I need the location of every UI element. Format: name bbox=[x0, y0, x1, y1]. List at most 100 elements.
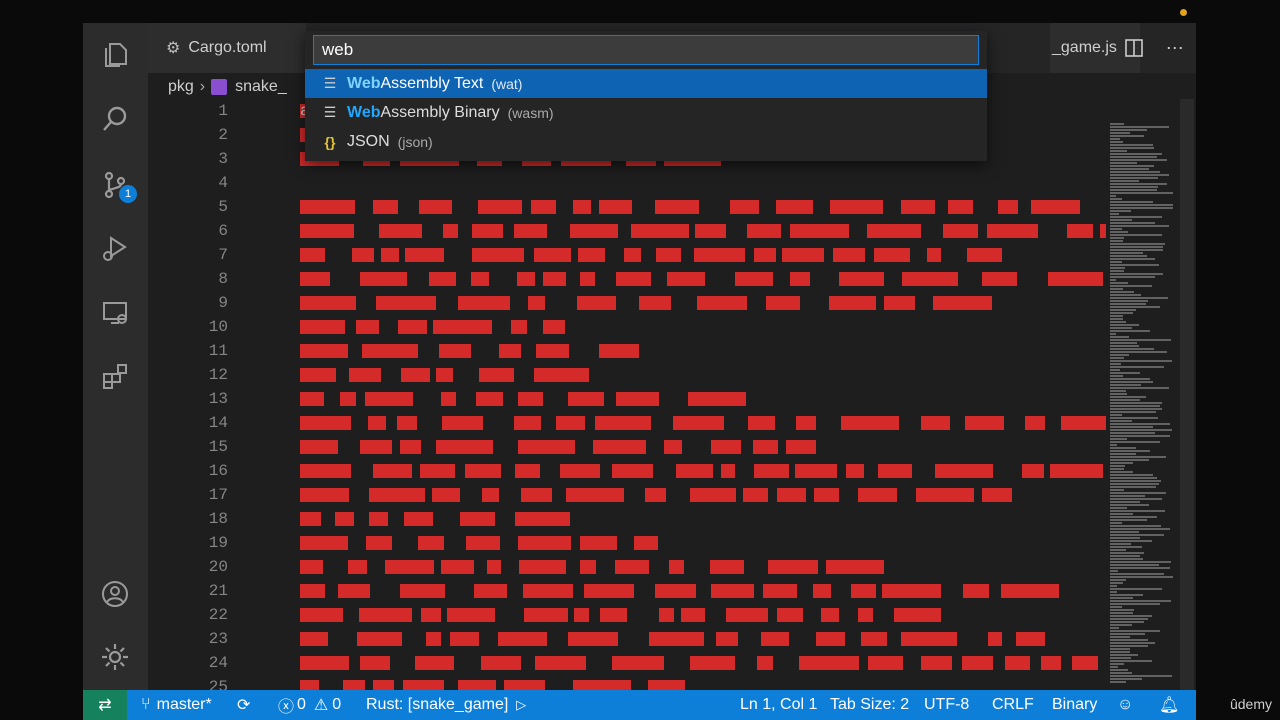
control-char-highlight bbox=[574, 608, 590, 622]
breadcrumb-file[interactable]: snake_ bbox=[235, 78, 287, 96]
problems-status[interactable]: ⓧ 0 ⚠ 0 bbox=[278, 690, 341, 720]
language-option-webassembly-binary[interactable]: ☰ WebAssembly Binary (wasm) bbox=[305, 98, 987, 127]
vscode-window: 1 ⚙ Cargo.toml _game.js ⋯ pkg › snake_ 1… bbox=[83, 23, 1196, 720]
minimap-line bbox=[1110, 504, 1149, 506]
control-char-highlight bbox=[352, 248, 374, 262]
minimap-line bbox=[1110, 207, 1174, 209]
control-char-highlight bbox=[580, 536, 617, 550]
explorer-icon[interactable] bbox=[95, 35, 135, 75]
minimap-line bbox=[1110, 477, 1158, 479]
rust-status[interactable]: Rust: [snake_game] ▷ bbox=[366, 690, 526, 720]
control-char-highlight bbox=[1000, 584, 1059, 598]
remote-explorer-icon[interactable] bbox=[95, 293, 135, 333]
control-char-highlight bbox=[756, 656, 773, 670]
account-icon[interactable] bbox=[95, 574, 135, 614]
control-char-highlight bbox=[300, 344, 349, 358]
control-char-highlight bbox=[440, 392, 457, 406]
control-char-highlight bbox=[932, 296, 993, 310]
minimap-line bbox=[1110, 681, 1127, 683]
minimap-line bbox=[1110, 186, 1159, 188]
line-number: 1 bbox=[218, 102, 228, 120]
minimap-line bbox=[1110, 675, 1172, 677]
minimap-line bbox=[1110, 510, 1165, 512]
control-char-highlight bbox=[576, 296, 617, 310]
control-char-highlight bbox=[673, 416, 724, 430]
vertical-scrollbar[interactable] bbox=[1180, 99, 1194, 690]
control-char-highlight bbox=[781, 248, 825, 262]
breadcrumb-folder[interactable]: pkg bbox=[168, 78, 194, 96]
more-actions-icon[interactable]: ⋯ bbox=[1166, 38, 1185, 59]
minimap-line bbox=[1110, 279, 1117, 281]
language-search-input[interactable] bbox=[313, 35, 979, 65]
control-char-highlight bbox=[436, 368, 454, 382]
line-number: 5 bbox=[218, 198, 228, 216]
control-char-highlight bbox=[916, 488, 974, 502]
status-bar: ⇄ ⑂ master* ⟳ ⓧ 0 ⚠ 0 Rust: [snake_game]… bbox=[83, 690, 1196, 720]
language-mode[interactable]: Binary bbox=[1052, 690, 1097, 720]
source-control-icon[interactable]: 1 bbox=[95, 165, 137, 205]
control-char-highlight bbox=[689, 656, 736, 670]
control-char-highlight bbox=[369, 488, 426, 502]
minimap-line bbox=[1110, 420, 1132, 422]
minimap-line bbox=[1110, 222, 1155, 224]
control-char-highlight bbox=[527, 296, 546, 310]
minimap-line bbox=[1110, 204, 1173, 206]
remote-indicator[interactable]: ⇄ bbox=[83, 690, 127, 720]
minimap-line bbox=[1110, 492, 1166, 494]
control-char-highlight bbox=[753, 440, 779, 454]
control-char-highlight bbox=[420, 608, 441, 622]
minimap-line bbox=[1110, 411, 1157, 413]
minimap-line bbox=[1110, 678, 1142, 680]
cursor-position[interactable]: Ln 1, Col 1 bbox=[740, 690, 817, 720]
minimap-line bbox=[1110, 486, 1157, 488]
minimap-line bbox=[1110, 267, 1126, 269]
control-char-highlight bbox=[777, 488, 807, 502]
minimap-line bbox=[1110, 348, 1155, 350]
sync-icon[interactable]: ⟳ bbox=[237, 690, 250, 720]
control-char-highlight bbox=[460, 512, 496, 526]
branch-name: master* bbox=[156, 696, 212, 713]
control-char-highlight bbox=[920, 656, 953, 670]
control-char-highlight bbox=[442, 224, 458, 238]
minimap-line bbox=[1110, 417, 1159, 419]
line-number: 4 bbox=[218, 174, 228, 192]
control-char-highlight bbox=[877, 464, 912, 478]
minimap-line bbox=[1110, 405, 1161, 407]
minimap-line bbox=[1110, 558, 1144, 560]
minimap-line bbox=[1110, 648, 1130, 650]
language-option-json[interactable]: {} JSON (json) bbox=[305, 127, 987, 156]
notifications-bell-icon[interactable]: 🔔︎ bbox=[1159, 690, 1179, 720]
encoding[interactable]: UTF-8 bbox=[924, 690, 969, 720]
branch-status[interactable]: ⑂ master* bbox=[141, 690, 212, 720]
minimap-line bbox=[1110, 210, 1132, 212]
tab-size[interactable]: Tab Size: 2 bbox=[830, 690, 909, 720]
minimap-line bbox=[1110, 306, 1161, 308]
control-char-highlight bbox=[1005, 656, 1031, 670]
line-endings[interactable]: CRLF bbox=[992, 690, 1034, 720]
tab-cargo-toml[interactable]: ⚙ Cargo.toml bbox=[148, 23, 306, 73]
minimap-line bbox=[1110, 582, 1124, 584]
control-char-highlight bbox=[523, 608, 569, 622]
extensions-icon[interactable] bbox=[95, 356, 135, 396]
recording-indicator bbox=[1180, 9, 1187, 16]
control-char-highlight bbox=[832, 248, 866, 262]
editor-area[interactable]: 1 2 3 4 5 6 7 8 9 10 11 12 13 14 15 16 17 18 19 20 21 22 23 24 2… bbox=[148, 99, 1106, 690]
minimap-line bbox=[1110, 627, 1119, 629]
settings-gear-icon[interactable] bbox=[95, 637, 135, 677]
minimap-line bbox=[1110, 591, 1118, 593]
minimap-line bbox=[1110, 624, 1133, 626]
feedback-icon[interactable]: ☺ bbox=[1117, 690, 1133, 720]
option-description: (wasm) bbox=[507, 104, 554, 121]
split-editor-icon[interactable] bbox=[1125, 39, 1144, 57]
minimap-line bbox=[1110, 318, 1123, 320]
minimap[interactable] bbox=[1108, 99, 1178, 690]
language-option-webassembly-text[interactable]: ☰ WebAssembly Text (wat) bbox=[305, 69, 987, 98]
control-char-highlight bbox=[470, 272, 489, 286]
control-char-highlight bbox=[902, 272, 959, 286]
minimap-line bbox=[1110, 459, 1150, 461]
search-icon[interactable] bbox=[95, 99, 135, 139]
control-char-highlight bbox=[840, 416, 899, 430]
minimap-line bbox=[1110, 588, 1162, 590]
minimap-line bbox=[1110, 441, 1160, 443]
run-debug-icon[interactable] bbox=[95, 228, 135, 268]
